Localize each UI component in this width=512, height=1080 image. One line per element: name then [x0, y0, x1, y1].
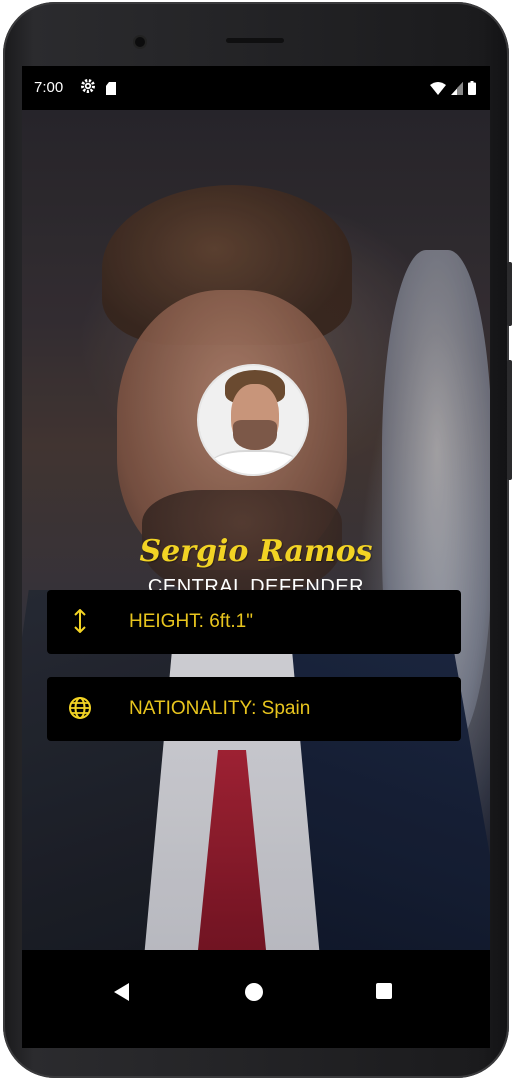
- phone-frame: 7:00 Sergio Ramos CENTRAL DEFENDER HEIGH…: [0, 0, 512, 1080]
- front-camera: [135, 37, 145, 47]
- recents-icon[interactable]: [376, 983, 392, 999]
- battery-icon: [468, 80, 476, 99]
- height-label: HEIGHT: 6ft.1": [129, 611, 253, 632]
- wifi-icon: [430, 80, 446, 99]
- sd-card-icon: [106, 82, 116, 95]
- nationality-card: NATIONALITY: Spain: [47, 677, 461, 741]
- nationality-label: NATIONALITY: Spain: [129, 698, 311, 719]
- height-arrows-icon: [67, 608, 93, 634]
- navigation-bar: [22, 950, 490, 1048]
- earpiece-speaker: [226, 38, 284, 43]
- power-button: [507, 360, 512, 480]
- height-card: HEIGHT: 6ft.1": [47, 590, 461, 654]
- status-icons: [430, 80, 476, 99]
- status-bar: 7:00: [22, 66, 490, 110]
- profile-screen: Sergio Ramos CENTRAL DEFENDER HEIGHT: 6f…: [22, 110, 490, 950]
- status-time: 7:00: [34, 79, 64, 96]
- globe-icon: [67, 695, 93, 721]
- gear-icon: [80, 78, 96, 97]
- player-name: Sergio Ramos: [139, 534, 373, 569]
- home-icon[interactable]: [245, 983, 263, 1001]
- screen: 7:00 Sergio Ramos CENTRAL DEFENDER HEIGH…: [22, 66, 490, 1048]
- avatar: [197, 364, 309, 476]
- volume-button: [507, 262, 512, 326]
- signal-icon: [451, 80, 463, 99]
- back-icon[interactable]: [114, 983, 129, 1001]
